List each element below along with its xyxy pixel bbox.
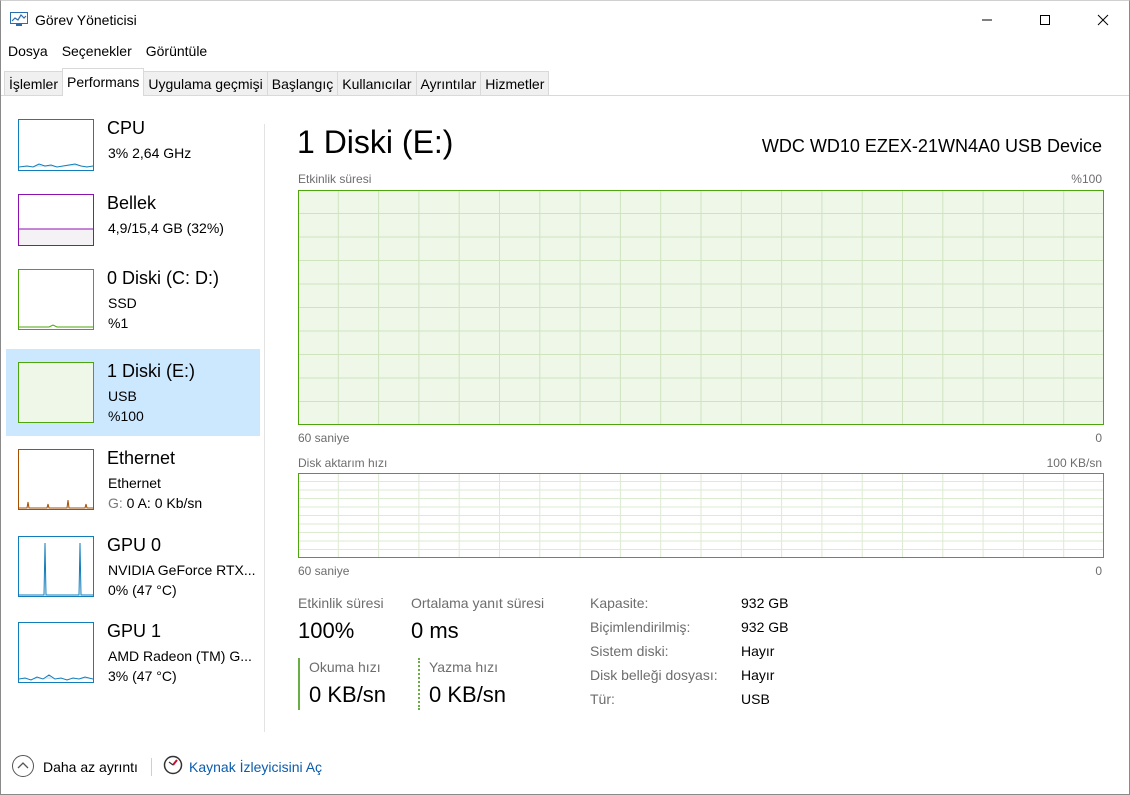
disk0-thumbnail-graph bbox=[18, 269, 94, 330]
menu-options[interactable]: Seçenekler bbox=[55, 43, 139, 63]
panel-divider bbox=[264, 124, 265, 732]
page-title: 1 Diski (E:) bbox=[297, 124, 454, 160]
capacity-label: Kapasite: bbox=[590, 595, 649, 611]
graph1-label: Etkinlik süresi bbox=[298, 172, 372, 186]
sidebar-item-detail-2: %1 bbox=[108, 315, 129, 331]
tab-processes[interactable]: İşlemler bbox=[4, 71, 64, 96]
device-name: WDC WD10 EZEX-21WN4A0 USB Device bbox=[761, 136, 1102, 156]
type-label: Tür: bbox=[590, 691, 615, 707]
graph2-time-right: 0 bbox=[1095, 564, 1102, 578]
response-time-label: Ortalama yanıt süresi bbox=[411, 595, 545, 611]
minimize-button[interactable] bbox=[958, 1, 1016, 39]
close-button[interactable] bbox=[1074, 1, 1130, 39]
capacity-value: 932 GB bbox=[741, 595, 789, 611]
cpu-thumbnail-graph bbox=[18, 119, 94, 171]
tab-startup[interactable]: Başlangıç bbox=[266, 71, 339, 96]
sidebar-item-ethernet[interactable]: Ethernet Ethernet G: 0 A: 0 Kb/sn bbox=[6, 436, 260, 523]
sidebar-item-name: GPU 0 bbox=[107, 535, 162, 555]
sidebar-item-disk-1[interactable]: 1 Diski (E:) USB %100 bbox=[6, 349, 260, 436]
window-title: Görev Yöneticisi bbox=[35, 12, 137, 28]
fewer-details-button[interactable]: Daha az ayrıntı bbox=[43, 759, 138, 775]
sidebar-item-disk-0[interactable]: 0 Diski (C: D:) SSD %1 bbox=[6, 256, 260, 343]
sidebar-item-detail: USB bbox=[108, 388, 137, 404]
write-speed-indicator bbox=[418, 658, 420, 710]
transfer-rate-graph bbox=[298, 473, 1104, 558]
ethernet-throughput: G: 0 A: 0 Kb/sn bbox=[108, 495, 203, 511]
write-speed-value: 0 KB/sn bbox=[429, 682, 507, 707]
sidebar-item-name: CPU bbox=[107, 118, 146, 138]
maximize-icon bbox=[1040, 15, 1050, 25]
sidebar-item-detail: AMD Radeon (TM) G... bbox=[108, 648, 252, 664]
memory-thumbnail-graph bbox=[18, 194, 94, 246]
open-resource-monitor-link[interactable]: Kaynak İzleyicisini Aç bbox=[189, 759, 322, 775]
graph2-max: 100 KB/sn bbox=[1046, 456, 1102, 470]
write-speed-label: Yazma hızı bbox=[429, 659, 498, 675]
sidebar-item-gpu-1[interactable]: GPU 1 AMD Radeon (TM) G... 3% (47 °C) bbox=[6, 609, 260, 696]
sidebar-item-name: 0 Diski (C: D:) bbox=[107, 268, 219, 288]
minimize-icon bbox=[982, 19, 992, 21]
graph1-time-right: 0 bbox=[1095, 431, 1102, 445]
title-bar: Görev Yöneticisi bbox=[1, 1, 1129, 39]
close-icon bbox=[1097, 14, 1109, 26]
read-speed-indicator bbox=[298, 658, 300, 710]
tab-divider bbox=[1, 95, 1129, 96]
footer: Daha az ayrıntı Kaynak İzleyicisini Aç bbox=[1, 745, 1129, 785]
page-file-label: Disk belleği dosyası: bbox=[590, 667, 718, 683]
page-file-value: Hayır bbox=[741, 667, 775, 683]
resource-monitor-icon bbox=[163, 755, 183, 775]
sidebar-item-detail-2: 0% (47 °C) bbox=[108, 582, 177, 598]
footer-divider bbox=[151, 758, 152, 776]
system-disk-value: Hayır bbox=[741, 643, 775, 659]
sidebar-item-name: Ethernet bbox=[107, 448, 176, 468]
sidebar-item-name: 1 Diski (E:) bbox=[107, 361, 196, 381]
graph2-time-left: 60 saniye bbox=[298, 564, 350, 578]
active-time-label: Etkinlik süresi bbox=[298, 595, 384, 611]
active-time-graph bbox=[298, 190, 1104, 425]
read-speed-value: 0 KB/sn bbox=[309, 682, 387, 707]
tab-users[interactable]: Kullanıcılar bbox=[337, 71, 417, 96]
sidebar-item-gpu-0[interactable]: GPU 0 NVIDIA GeForce RTX... 0% (47 °C) bbox=[6, 523, 260, 610]
tab-app-history[interactable]: Uygulama geçmişi bbox=[143, 71, 268, 96]
sidebar-item-name: GPU 1 bbox=[107, 621, 162, 641]
task-manager-window: Görev Yöneticisi Dosya Seçenekler Görünt… bbox=[0, 0, 1130, 795]
read-speed-label: Okuma hızı bbox=[309, 659, 381, 675]
sidebar-item-detail: 4,9/15,4 GB (32%) bbox=[108, 220, 224, 236]
task-manager-icon bbox=[10, 12, 28, 26]
active-time-value: 100% bbox=[298, 618, 355, 643]
resource-list: CPU 3% 2,64 GHz Bellek 4,9/15,4 GB (32%)… bbox=[6, 106, 260, 736]
disk1-thumbnail-graph bbox=[18, 362, 94, 423]
chevron-up-icon[interactable] bbox=[11, 754, 35, 778]
response-time-value: 0 ms bbox=[411, 618, 459, 643]
ethernet-thumbnail-graph bbox=[18, 449, 94, 510]
tab-details[interactable]: Ayrıntılar bbox=[415, 71, 482, 96]
sidebar-item-detail: Ethernet bbox=[108, 475, 161, 491]
gpu1-thumbnail-graph bbox=[18, 622, 94, 683]
menu-bar: Dosya Seçenekler Görüntüle bbox=[1, 43, 214, 63]
sidebar-item-detail: SSD bbox=[108, 295, 137, 311]
tab-performance[interactable]: Performans bbox=[62, 68, 145, 96]
formatted-label: Biçimlendirilmiş: bbox=[590, 619, 691, 635]
graph1-max: %100 bbox=[1071, 172, 1102, 186]
tab-bar: İşlemler Performans Uygulama geçmişi Baş… bbox=[4, 68, 550, 96]
sidebar-item-detail-2: %100 bbox=[108, 408, 144, 424]
gpu0-thumbnail-graph bbox=[18, 536, 94, 597]
sidebar-item-detail: 3% 2,64 GHz bbox=[108, 145, 192, 161]
sidebar-item-detail: NVIDIA GeForce RTX... bbox=[108, 562, 256, 578]
sidebar-item-detail-2: 3% (47 °C) bbox=[108, 668, 177, 684]
tab-services[interactable]: Hizmetler bbox=[480, 71, 550, 96]
formatted-value: 932 GB bbox=[741, 619, 789, 635]
menu-file[interactable]: Dosya bbox=[1, 43, 55, 63]
menu-view[interactable]: Görüntüle bbox=[139, 43, 214, 63]
maximize-button[interactable] bbox=[1016, 1, 1074, 39]
graph1-time-left: 60 saniye bbox=[298, 431, 350, 445]
sidebar-item-memory[interactable]: Bellek 4,9/15,4 GB (32%) bbox=[6, 181, 260, 268]
type-value: USB bbox=[741, 691, 770, 707]
system-disk-label: Sistem diski: bbox=[590, 643, 669, 659]
graph2-label: Disk aktarım hızı bbox=[298, 456, 388, 470]
sidebar-item-name: Bellek bbox=[107, 193, 157, 213]
sidebar-item-cpu[interactable]: CPU 3% 2,64 GHz bbox=[6, 106, 260, 193]
